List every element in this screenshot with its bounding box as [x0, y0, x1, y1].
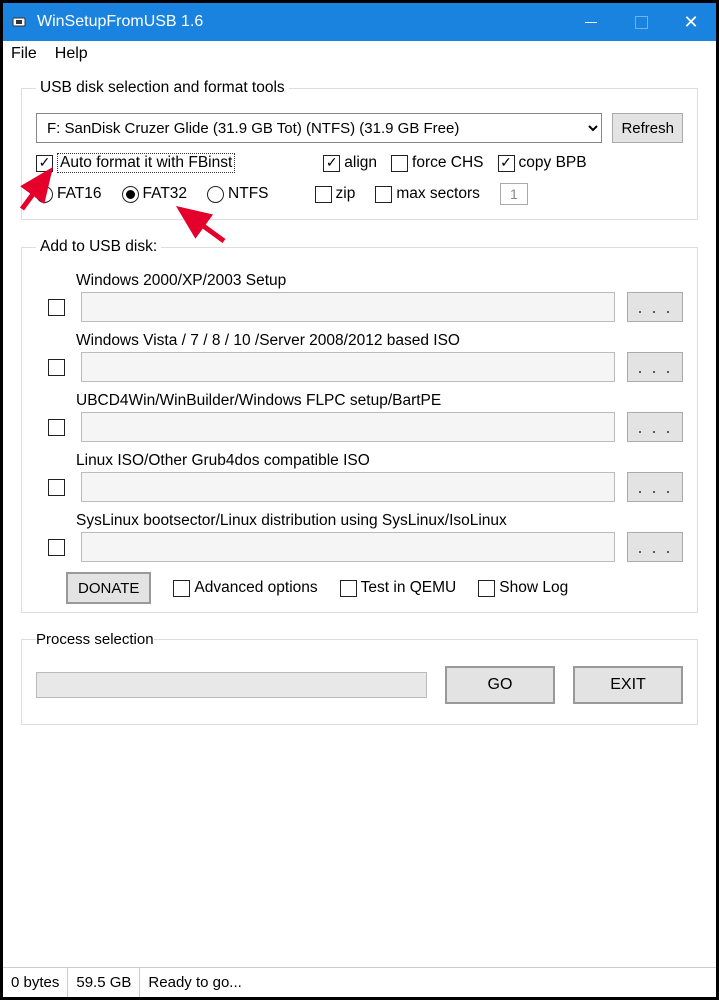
add-group: Add to USB disk: Windows 2000/XP/2003 Se…	[21, 238, 698, 613]
testqemu-label: Test in QEMU	[361, 579, 457, 597]
add-path-0[interactable]	[81, 292, 615, 322]
status-msg: Ready to go...	[140, 968, 716, 997]
add-check-3[interactable]	[48, 479, 65, 496]
advanced-label: Advanced options	[194, 579, 317, 597]
add-label-3: Linux ISO/Other Grub4dos compatible ISO	[76, 452, 683, 470]
usb-group: USB disk selection and format tools F: S…	[21, 79, 698, 220]
showlog-box[interactable]	[478, 580, 495, 597]
process-group: Process selection GO EXIT	[21, 631, 698, 725]
copybpb-box[interactable]	[498, 155, 515, 172]
fat32-dot[interactable]	[122, 186, 139, 203]
align-label: align	[344, 154, 377, 172]
fat16-label: FAT16	[57, 185, 102, 203]
add-browse-0[interactable]: . . .	[627, 292, 683, 322]
add-row-0: Windows 2000/XP/2003 Setup . . .	[36, 272, 683, 322]
zip-label: zip	[336, 185, 356, 203]
advanced-checkbox[interactable]: Advanced options	[173, 579, 317, 597]
close-button[interactable]: ✕	[666, 3, 716, 41]
add-path-1[interactable]	[81, 352, 615, 382]
go-button[interactable]: GO	[445, 666, 555, 704]
showlog-label: Show Log	[499, 579, 568, 597]
status-space: 59.5 GB	[68, 968, 140, 997]
menubar: File Help	[3, 41, 716, 69]
add-label-0: Windows 2000/XP/2003 Setup	[76, 272, 683, 290]
add-check-1[interactable]	[48, 359, 65, 376]
copybpb-label: copy BPB	[519, 154, 587, 172]
minimize-button[interactable]	[566, 3, 616, 41]
maxsectors-label: max sectors	[396, 185, 480, 203]
add-check-2[interactable]	[48, 419, 65, 436]
donate-button[interactable]: DONATE	[66, 572, 151, 604]
autoformat-label: Auto format it with FBinst	[57, 153, 235, 173]
add-label-4: SysLinux bootsector/Linux distribution u…	[76, 512, 683, 530]
add-check-4[interactable]	[48, 539, 65, 556]
usb-legend: USB disk selection and format tools	[36, 79, 289, 97]
fat16-dot[interactable]	[36, 186, 53, 203]
add-path-2[interactable]	[81, 412, 615, 442]
fat32-radio[interactable]: FAT32	[122, 185, 188, 203]
align-checkbox[interactable]: align	[323, 154, 377, 172]
add-check-0[interactable]	[48, 299, 65, 316]
menu-help[interactable]: Help	[55, 45, 88, 63]
app-icon	[11, 13, 29, 31]
testqemu-box[interactable]	[340, 580, 357, 597]
add-path-3[interactable]	[81, 472, 615, 502]
forcechs-checkbox[interactable]: force CHS	[391, 154, 484, 172]
ntfs-label: NTFS	[228, 185, 268, 203]
menu-file[interactable]: File	[11, 45, 37, 63]
titlebar: WinSetupFromUSB 1.6 ✕	[3, 3, 716, 41]
advanced-box[interactable]	[173, 580, 190, 597]
forcechs-box[interactable]	[391, 155, 408, 172]
status-bytes: 0 bytes	[3, 968, 68, 997]
add-browse-4[interactable]: . . .	[627, 532, 683, 562]
add-row-4: SysLinux bootsector/Linux distribution u…	[36, 512, 683, 562]
add-browse-3[interactable]: . . .	[627, 472, 683, 502]
testqemu-checkbox[interactable]: Test in QEMU	[340, 579, 457, 597]
zip-checkbox[interactable]: zip	[315, 185, 356, 203]
add-browse-1[interactable]: . . .	[627, 352, 683, 382]
add-label-2: UBCD4Win/WinBuilder/Windows FLPC setup/B…	[76, 392, 683, 410]
add-row-1: Windows Vista / 7 / 8 / 10 /Server 2008/…	[36, 332, 683, 382]
window-buttons: ✕	[566, 3, 716, 41]
autoformat-checkbox[interactable]: Auto format it with FBinst	[36, 153, 235, 173]
exit-button[interactable]: EXIT	[573, 666, 683, 704]
maxsectors-box[interactable]	[375, 186, 392, 203]
fat32-label: FAT32	[143, 185, 188, 203]
forcechs-label: force CHS	[412, 154, 484, 172]
maxsectors-input[interactable]	[500, 183, 528, 205]
ntfs-radio[interactable]: NTFS	[207, 185, 268, 203]
refresh-button[interactable]: Refresh	[612, 113, 683, 143]
align-box[interactable]	[323, 155, 340, 172]
add-row-3: Linux ISO/Other Grub4dos compatible ISO …	[36, 452, 683, 502]
add-row-2: UBCD4Win/WinBuilder/Windows FLPC setup/B…	[36, 392, 683, 442]
add-path-4[interactable]	[81, 532, 615, 562]
progress-bar	[36, 672, 427, 698]
fat16-radio[interactable]: FAT16	[36, 185, 102, 203]
showlog-checkbox[interactable]: Show Log	[478, 579, 568, 597]
copybpb-checkbox[interactable]: copy BPB	[498, 154, 587, 172]
process-legend: Process selection	[36, 631, 154, 648]
zip-box[interactable]	[315, 186, 332, 203]
add-browse-2[interactable]: . . .	[627, 412, 683, 442]
add-label-1: Windows Vista / 7 / 8 / 10 /Server 2008/…	[76, 332, 683, 350]
add-legend: Add to USB disk:	[36, 238, 161, 256]
autoformat-box[interactable]	[36, 155, 53, 172]
maxsectors-checkbox[interactable]: max sectors	[375, 185, 480, 203]
statusbar: 0 bytes 59.5 GB Ready to go...	[3, 967, 716, 997]
disk-select[interactable]: F: SanDisk Cruzer Glide (31.9 GB Tot) (N…	[36, 113, 602, 143]
maximize-button	[616, 3, 666, 41]
ntfs-dot[interactable]	[207, 186, 224, 203]
window-title: WinSetupFromUSB 1.6	[37, 13, 566, 31]
